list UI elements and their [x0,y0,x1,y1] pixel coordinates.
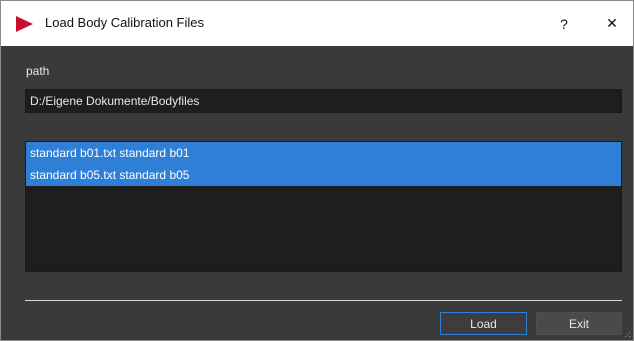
file-name: standard b01.txt [30,146,117,160]
load-button[interactable]: Load [440,312,527,335]
resize-grip-icon[interactable] [623,330,631,338]
file-name: standard b05.txt [30,168,117,182]
exit-button[interactable]: Exit [536,312,622,335]
app-logo-icon [16,16,33,32]
close-button[interactable]: ✕ [589,1,634,46]
file-list-item[interactable]: standard b05.txt standard b05 [26,164,621,186]
calibration-name: standard b05 [119,168,190,182]
path-label: path [26,64,50,78]
calibration-name: standard b01 [119,146,190,160]
file-list-item[interactable]: standard b01.txt standard b01 [26,142,621,164]
window-title: Load Body Calibration Files [45,15,204,30]
divider [25,300,622,301]
title-bar: Load Body Calibration Files ? ✕ [1,1,633,46]
path-input[interactable] [25,89,622,113]
help-button[interactable]: ? [541,1,587,46]
file-list[interactable]: standard b01.txt standard b01 standard b… [25,141,622,272]
load-body-calibration-dialog: Load Body Calibration Files ? ✕ path sta… [0,0,634,341]
